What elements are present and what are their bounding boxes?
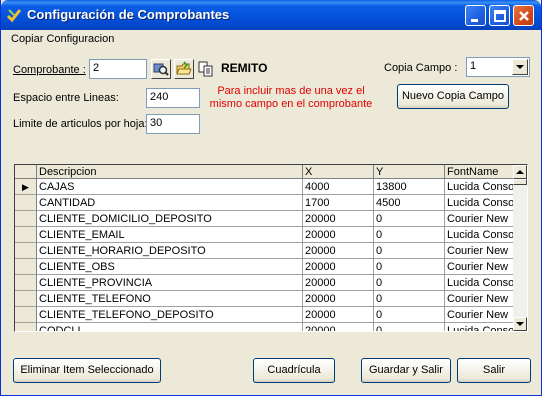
grid-cell-x[interactable]: 1700 — [303, 195, 374, 211]
copia-campo-label: Copia Campo : — [384, 62, 458, 74]
guardar-salir-button[interactable]: Guardar y Salir — [361, 358, 451, 383]
grid-cell-desc[interactable]: CLIENTE_TELEFONO — [37, 291, 303, 307]
row-header[interactable] — [15, 307, 37, 323]
grid-cell-x[interactable]: 20000 — [303, 259, 374, 275]
cuadricula-button[interactable]: Cuadrícula — [253, 358, 335, 383]
grid-cell-font[interactable]: Courier New — [445, 211, 515, 227]
copia-campo-select[interactable]: 1 — [466, 57, 530, 77]
grid-cell-y[interactable]: 0 — [374, 275, 445, 291]
grid-cell-y[interactable]: 0 — [374, 211, 445, 227]
grid-scrollbar[interactable] — [513, 165, 527, 331]
checkmark-tools-icon — [6, 7, 22, 23]
grid-cell-font[interactable]: Lucida Conso — [445, 195, 515, 211]
grid-cell-desc[interactable]: CLIENTE_EMAIL — [37, 227, 303, 243]
items-grid[interactable]: Descripcion X Y FontName ▶ CAJAS 4000 13800… — [14, 164, 528, 332]
limite-label: Limite de articulos por hoja: — [13, 118, 148, 130]
grid-cell-y[interactable]: 0 — [374, 291, 445, 307]
grid-cell-desc[interactable]: CLIENTE_OBS — [37, 259, 303, 275]
grid-cell-x[interactable]: 20000 — [303, 211, 374, 227]
grid-header: Descripcion X Y FontName — [15, 165, 515, 179]
column-header-fontname[interactable]: FontName — [445, 165, 515, 179]
grid-cell-y[interactable]: 0 — [374, 243, 445, 259]
grid-cell-y[interactable]: 0 — [374, 259, 445, 275]
row-header[interactable] — [15, 291, 37, 307]
grid-cell-font[interactable]: Lucida Conso — [445, 275, 515, 291]
chevron-down-icon[interactable] — [512, 59, 528, 75]
grid-cell-font[interactable]: Lucida Conso — [445, 323, 515, 331]
comprobante-type: REMITO — [221, 61, 268, 75]
window-title: Configuración de Comprobantes — [27, 7, 230, 22]
grid-cell-desc[interactable]: CLIENTE_PROVINCIA — [37, 275, 303, 291]
scroll-up-button[interactable] — [513, 165, 527, 179]
row-header[interactable] — [15, 323, 37, 331]
grid-cell-desc[interactable]: CAJAS — [37, 179, 303, 195]
eliminar-item-button[interactable]: Eliminar Item Seleccionado — [13, 358, 161, 383]
row-header[interactable] — [15, 195, 37, 211]
scroll-thumb[interactable] — [513, 179, 527, 185]
close-button[interactable] — [513, 5, 534, 26]
grid-cell-desc[interactable]: CANTIDAD — [37, 195, 303, 211]
copia-campo-value: 1 — [470, 60, 477, 72]
nuevo-copia-campo-button[interactable]: Nuevo Copia Campo — [397, 84, 509, 109]
grid-cell-y[interactable]: 4500 — [374, 195, 445, 211]
grid-cell-x[interactable]: 20000 — [303, 323, 374, 331]
grid-cell-font[interactable]: Courier New — [445, 291, 515, 307]
row-header[interactable] — [15, 275, 37, 291]
maximize-button[interactable] — [489, 5, 510, 26]
grid-cell-x[interactable]: 20000 — [303, 275, 374, 291]
grid-cell-font[interactable]: Lucida Conso — [445, 179, 515, 195]
grid-cell-desc[interactable]: CODCLI — [37, 323, 303, 331]
warning-line-2: mismo campo en el comprobante — [209, 98, 373, 110]
comprobante-label: Comprobante : — [13, 64, 86, 76]
scroll-down-button[interactable] — [513, 317, 527, 331]
row-header[interactable]: ▶ — [15, 179, 37, 195]
grid-cell-x[interactable]: 20000 — [303, 227, 374, 243]
grid-cell-x[interactable]: 20000 — [303, 291, 374, 307]
comprobante-label-text: Comprobante : — [13, 64, 86, 76]
grid-cell-y[interactable]: 13800 — [374, 179, 445, 195]
grid-cell-font[interactable]: Courier New — [445, 307, 515, 323]
column-header-y[interactable]: Y — [374, 165, 445, 179]
grid-cell-font[interactable]: Courier New — [445, 243, 515, 259]
espacio-label: Espacio entre Lineas: — [13, 92, 119, 104]
limite-input[interactable]: 30 — [146, 114, 200, 134]
grid-cell-desc[interactable]: CLIENTE_DOMICILIO_DEPOSITO — [37, 211, 303, 227]
search-icon — [152, 63, 170, 81]
grid-cell-desc[interactable]: CLIENTE_HORARIO_DEPOSITO — [37, 243, 303, 259]
row-header[interactable] — [15, 259, 37, 275]
title-bar[interactable]: Configuración de Comprobantes — [1, 0, 541, 30]
grid-cell-desc[interactable]: CLIENTE_TELEFONO_DEPOSITO — [37, 307, 303, 323]
comprobante-input[interactable]: 2 — [89, 59, 147, 79]
grid-cell-x[interactable]: 20000 — [303, 307, 374, 323]
row-header[interactable] — [15, 243, 37, 259]
warning-line-1: Para incluir mas de una vez el — [217, 85, 365, 97]
search-button[interactable] — [151, 59, 171, 79]
row-header[interactable] — [15, 227, 37, 243]
salir-button[interactable]: Salir — [457, 358, 531, 383]
grid-cell-y[interactable]: 0 — [374, 307, 445, 323]
main-window: Configuración de Comprobantes Copiar Con… — [0, 0, 542, 396]
grid-cell-y[interactable]: 0 — [374, 227, 445, 243]
grid-cell-y[interactable]: 0 — [374, 323, 445, 331]
folder-open-icon — [175, 61, 193, 81]
row-header[interactable] — [15, 211, 37, 227]
copy-icon[interactable] — [198, 61, 214, 77]
open-button[interactable] — [174, 59, 194, 79]
grid-cell-x[interactable]: 4000 — [303, 179, 374, 195]
espacio-input[interactable]: 240 — [146, 88, 200, 108]
menu-copy-config[interactable]: Copiar Configuracion — [11, 33, 114, 45]
grid-corner — [15, 165, 37, 179]
grid-cell-font[interactable]: Lucida Conso — [445, 227, 515, 243]
column-header-descripcion[interactable]: Descripcion — [37, 165, 303, 179]
warning-text: Para incluir mas de una vez el mismo cam… — [207, 85, 375, 111]
column-header-x[interactable]: X — [303, 165, 374, 179]
grid-cell-x[interactable]: 20000 — [303, 243, 374, 259]
minimize-button[interactable] — [465, 5, 486, 26]
grid-cell-font[interactable]: Courier New — [445, 259, 515, 275]
